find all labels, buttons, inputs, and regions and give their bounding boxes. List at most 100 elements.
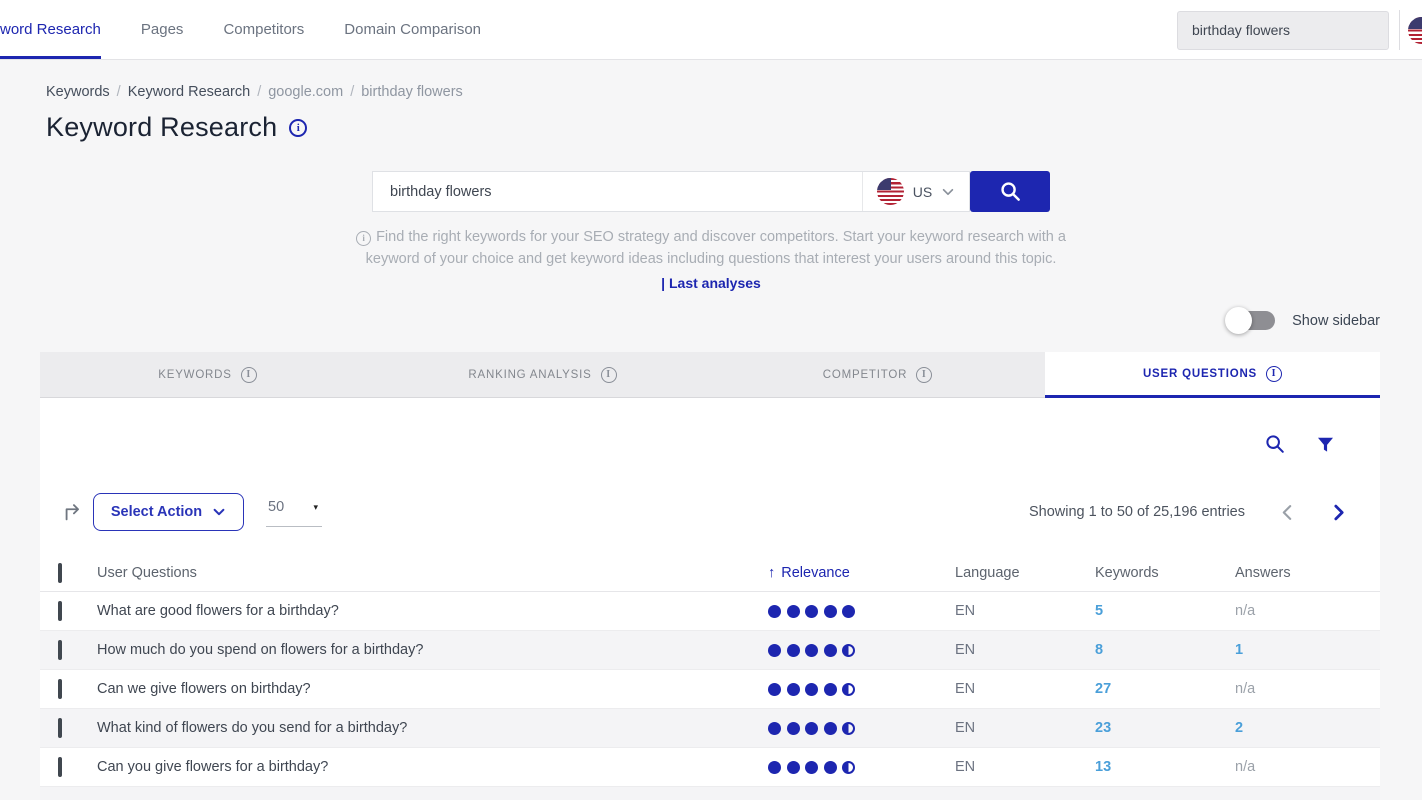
relevance-dot	[824, 683, 837, 696]
select-action-button[interactable]: Select Action	[93, 493, 244, 531]
last-analyses-link[interactable]: | Last analyses	[661, 275, 761, 291]
table-controls-row: Select Action 50 ▾ Showing 1 to 50 of 25…	[40, 492, 1380, 532]
relevance-dot	[842, 761, 855, 774]
search-group: US	[372, 171, 970, 212]
select-all-checkbox[interactable]	[58, 563, 62, 583]
show-sidebar-label: Show sidebar	[1292, 313, 1380, 329]
keywords-link[interactable]: 5	[1095, 603, 1235, 619]
col-header-keywords[interactable]: Keywords	[1095, 565, 1235, 581]
page-title-row: Keyword Research i	[46, 112, 1422, 143]
tab-user-questions[interactable]: User Questions i	[1045, 352, 1380, 398]
nav-item-pages[interactable]: Pages	[141, 0, 184, 59]
show-sidebar-toggle[interactable]	[1227, 311, 1275, 330]
info-icon[interactable]: i	[241, 367, 257, 383]
toggle-knob	[1225, 307, 1252, 334]
relevance-dots	[768, 605, 955, 618]
relevance-dot	[842, 605, 855, 618]
sidebar-toggle-row: Show sidebar	[0, 311, 1380, 330]
us-flag-icon[interactable]	[1408, 17, 1422, 44]
answers-value[interactable]: 2	[1235, 720, 1380, 736]
row-checkbox[interactable]	[58, 757, 62, 777]
tab-label: Competitor	[823, 369, 907, 381]
tab-label: Ranking Analysis	[468, 369, 591, 381]
export-icon[interactable]	[62, 501, 84, 523]
relevance-dot	[824, 722, 837, 735]
col-header-language[interactable]: Language	[955, 565, 1095, 581]
answers-value: n/a	[1235, 603, 1380, 619]
keywords-link[interactable]: 8	[1095, 642, 1235, 658]
tab-keywords[interactable]: Keywords i	[40, 352, 375, 398]
table-row: How much do you spend on flowers for a b…	[40, 631, 1380, 670]
global-search-input[interactable]	[1177, 11, 1389, 50]
user-questions-table: User Questions ↑ Relevance Language Keyw…	[40, 554, 1380, 800]
keywords-link[interactable]: 27	[1095, 681, 1235, 697]
country-code: US	[913, 184, 932, 200]
relevance-dot	[768, 761, 781, 774]
tab-ranking-analysis[interactable]: Ranking Analysis i	[375, 352, 710, 398]
info-letter: i	[297, 122, 300, 134]
relevance-dot	[787, 644, 800, 657]
breadcrumb-keyword[interactable]: birthday flowers	[361, 84, 463, 100]
col-header-relevance-label: Relevance	[781, 565, 850, 581]
row-checkbox[interactable]	[58, 679, 62, 699]
nav-item-competitors[interactable]: Competitors	[223, 0, 304, 59]
answers-value: n/a	[1235, 759, 1380, 775]
relevance-dots	[768, 683, 955, 696]
breadcrumb-domain[interactable]: google.com	[268, 84, 343, 100]
col-header-answers[interactable]: Answers	[1235, 565, 1380, 581]
table-row: What are good flowers for a birthday? EN…	[40, 592, 1380, 631]
search-button[interactable]	[970, 171, 1050, 212]
country-select[interactable]: US	[862, 172, 969, 211]
info-icon[interactable]: i	[1266, 366, 1282, 382]
info-icon: i	[356, 231, 371, 246]
row-checkbox[interactable]	[58, 640, 62, 660]
col-header-user-questions[interactable]: User Questions	[97, 565, 768, 581]
pagination-status: Showing 1 to 50 of 25,196 entries	[1029, 504, 1245, 520]
table-tools-row	[40, 432, 1380, 456]
language-value: EN	[955, 603, 1095, 619]
breadcrumb-keywords[interactable]: Keywords	[46, 84, 110, 100]
nav-item-domain-comparison[interactable]: Domain Comparison	[344, 0, 481, 59]
relevance-dot	[768, 644, 781, 657]
question-text: What kind of flowers do you send for a b…	[97, 720, 768, 736]
nav-items: word Research Pages Competitors Domain C…	[0, 0, 481, 59]
keywords-link[interactable]: 13	[1095, 759, 1235, 775]
answers-value: n/a	[1235, 681, 1380, 697]
breadcrumb-separator: /	[257, 84, 261, 100]
page-title: Keyword Research	[46, 112, 277, 143]
divider	[1399, 10, 1400, 50]
info-icon[interactable]: i	[289, 119, 307, 137]
info-icon[interactable]: i	[916, 367, 932, 383]
row-checkbox[interactable]	[58, 718, 62, 738]
filter-icon[interactable]	[1316, 435, 1335, 454]
row-checkbox[interactable]	[58, 601, 62, 621]
relevance-dot	[768, 605, 781, 618]
relevance-dots	[768, 722, 955, 735]
page-size-value: 50	[268, 499, 284, 515]
question-text: What are good flowers for a birthday?	[97, 603, 768, 619]
relevance-dot	[805, 761, 818, 774]
language-value: EN	[955, 720, 1095, 736]
next-page-icon[interactable]	[1333, 504, 1345, 521]
breadcrumb-keyword-research[interactable]: Keyword Research	[128, 84, 251, 100]
tab-competitor[interactable]: Competitor i	[710, 352, 1045, 398]
relevance-dot	[787, 722, 800, 735]
topnav-right	[1177, 0, 1422, 60]
page-size-select[interactable]: 50 ▾	[266, 497, 322, 527]
top-navigation: word Research Pages Competitors Domain C…	[0, 0, 1422, 60]
results-card: Keywords i Ranking Analysis i Competitor…	[40, 352, 1380, 800]
answers-value[interactable]: 1	[1235, 642, 1380, 658]
info-icon[interactable]: i	[601, 367, 617, 383]
keyword-search-input[interactable]	[373, 172, 862, 211]
nav-item-keyword-research[interactable]: word Research	[0, 0, 101, 59]
select-action-label: Select Action	[111, 504, 202, 520]
col-header-relevance[interactable]: ↑ Relevance	[768, 565, 955, 581]
previous-page-icon[interactable]	[1281, 504, 1293, 521]
help-line-1: Find the right keywords for your SEO str…	[376, 229, 1066, 245]
relevance-dots	[768, 644, 955, 657]
search-icon[interactable]	[1264, 433, 1286, 455]
table-row-partial	[40, 787, 1380, 800]
relevance-dot	[805, 644, 818, 657]
keywords-link[interactable]: 23	[1095, 720, 1235, 736]
relevance-dot	[805, 605, 818, 618]
